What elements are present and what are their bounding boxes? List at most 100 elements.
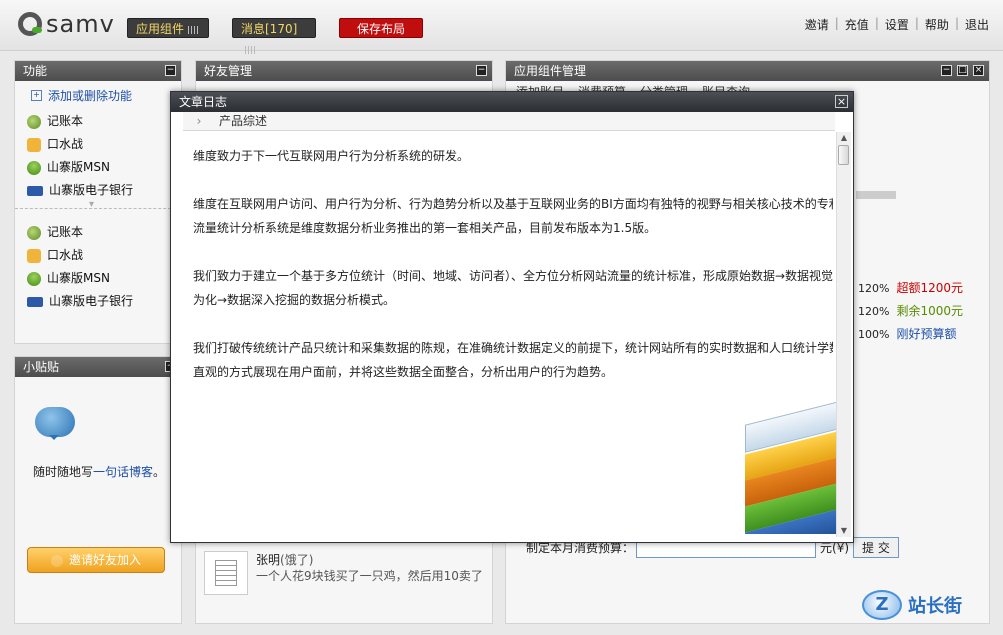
function-item-debate[interactable]: 口水战 xyxy=(15,133,181,156)
row-percent: 120% xyxy=(858,305,890,318)
budget-rows: 120% 超额1200元 120% 剩余1000元 100% 刚好预算额 xyxy=(858,277,963,346)
tab-product-overview[interactable]: › 产品综述 xyxy=(183,112,835,131)
scroll-thumb[interactable] xyxy=(838,145,849,165)
top-links: 邀请 | 充值 | 设置 | 帮助 | 退出 xyxy=(805,16,989,33)
ledger-icon xyxy=(27,225,41,240)
tips-text-prefix: 随时随地写 xyxy=(33,465,94,479)
budget-row: 100% 刚好预算额 xyxy=(858,323,963,346)
row-percent: 120% xyxy=(858,282,890,295)
tab-label: 产品综述 xyxy=(219,114,268,128)
watermark: Z 站长街 xyxy=(862,590,962,620)
add-remove-functions-link[interactable]: + 添加或删除功能 xyxy=(15,81,181,104)
post-status: (饿了) xyxy=(280,553,314,567)
function-item-ebank[interactable]: 山寨版电子银行 xyxy=(15,179,181,202)
notepad-icon xyxy=(215,560,237,586)
paragraph-line: 维度在互联网用户访问、用户行为分析、行为趋势分析以及基于互联网业务的BI方面均有… xyxy=(193,197,833,211)
functions-panel-title: 功能 xyxy=(23,64,48,78)
logo-mark-icon xyxy=(18,12,42,36)
tips-text: 随时随地写一句话博客。 xyxy=(33,463,165,480)
row-percent: 100% xyxy=(858,328,890,341)
settings-link[interactable]: 设置 xyxy=(885,16,909,33)
chevron-right-icon: › xyxy=(196,114,202,128)
speech-bubble-icon xyxy=(35,407,75,440)
recharge-link[interactable]: 充值 xyxy=(845,16,869,33)
tips-text-suffix: 。 xyxy=(153,465,166,479)
add-remove-label: 添加或删除功能 xyxy=(48,89,133,103)
paragraph-line: 流量统计分析系统是维度数据分析业务推出的第一套相关产品，目前发布版本为1.5版。 xyxy=(193,221,657,235)
close-icon[interactable]: × xyxy=(973,65,984,76)
post-name[interactable]: 张明 xyxy=(256,553,280,567)
section-divider[interactable] xyxy=(15,199,181,217)
minimize-icon[interactable]: − xyxy=(165,65,176,76)
minimize-icon[interactable]: − xyxy=(476,65,487,76)
function-label: 山寨版MSN xyxy=(47,160,110,174)
watermark-text: 站长街 xyxy=(908,596,962,617)
row-status: 超额1200元 xyxy=(896,281,963,295)
paragraph-line: 我们打破传统统计产品只统计和采集数据的陈规，在准确统计数据定义的前提下，统计网站… xyxy=(193,341,833,355)
function-item-msn[interactable]: 山寨版MSN xyxy=(15,267,181,290)
function-label: 山寨版MSN xyxy=(47,271,110,285)
function-label: 口水战 xyxy=(47,248,84,262)
minimize-icon[interactable]: − xyxy=(941,65,952,76)
scroll-up-icon[interactable]: ▲ xyxy=(837,132,851,144)
messages-label: 消息[170] xyxy=(241,22,298,36)
row-status: 刚好预算额 xyxy=(896,327,957,341)
functions-panel-header: 功能 − xyxy=(15,61,181,81)
functions-panel: 功能 − + 添加或删除功能 记账本 口水战 山寨版MSN 山寨版电子银行 记账… xyxy=(14,60,182,344)
invite-friends-button[interactable]: 邀请好友加入 xyxy=(27,547,165,573)
paragraph: 维度在互联网用户访问、用户行为分析、行为趋势分析以及基于互联网业务的BI方面均有… xyxy=(193,192,833,240)
invite-friends-label: 邀请好友加入 xyxy=(68,553,141,567)
maximize-icon[interactable]: □ xyxy=(957,65,968,76)
paragraph-line: 维度致力于下一代互联网用户行为分析系统的研发。 xyxy=(193,149,470,163)
paragraph: 我们打破传统统计产品只统计和采集数据的陈规，在准确统计数据定义的前提下，统计网站… xyxy=(193,336,833,384)
function-item-msn[interactable]: 山寨版MSN xyxy=(15,156,181,179)
row-status: 剩余1000元 xyxy=(896,304,963,318)
watermark-logo-icon: Z xyxy=(862,590,902,620)
function-item-ledger[interactable]: 记账本 xyxy=(15,221,181,244)
save-layout-button[interactable]: 保存布局 xyxy=(339,18,423,38)
visa-card-icon xyxy=(27,185,43,196)
logo: samv xyxy=(18,8,115,40)
chat-icon xyxy=(27,248,41,263)
function-item-ledger[interactable]: 记账本 xyxy=(15,110,181,133)
scroll-down-icon[interactable]: ▼ xyxy=(837,525,851,537)
tips-panel-header: 小贴贴 − xyxy=(15,357,181,377)
separator: | xyxy=(914,16,919,30)
post-text: 一个人花9块钱买了一只鸡，然后用10卖了 xyxy=(256,569,483,583)
post-author: 张明(饿了) xyxy=(256,551,313,568)
article-log-dialog: 文章日志 × › 产品综述 维度致力于下一代互联网用户行为分析系统的研发。 维度在… xyxy=(170,91,854,543)
function-label: 记账本 xyxy=(47,114,84,128)
dialog-scrollbar[interactable]: ▲ ▼ xyxy=(836,132,851,537)
friends-panel-header: 好友管理 − xyxy=(196,61,492,81)
msn-icon xyxy=(27,160,41,175)
plus-icon: + xyxy=(31,90,42,101)
app-widget-button[interactable]: 应用组件 xyxy=(127,18,209,38)
function-label: 山寨版电子银行 xyxy=(49,294,134,308)
top-bar: samv 应用组件 消息[170] 保存布局 邀请 | 充值 | 设置 | 帮助 | 退… xyxy=(0,0,1003,54)
function-item-debate[interactable]: 口水战 xyxy=(15,244,181,267)
dropdown-grip-icon xyxy=(188,25,201,34)
tips-panel: 小贴贴 − 随时随地写一句话博客。 邀请好友加入 xyxy=(14,356,182,624)
paragraph-line: 我们致力于建立一个基于多方位统计（时间、地域、访问者）、全方位分析网站流量的统计… xyxy=(193,269,833,283)
msn-icon xyxy=(27,271,41,286)
function-label: 口水战 xyxy=(47,137,84,151)
microblog-link[interactable]: 一句话博客 xyxy=(93,465,153,479)
function-label: 记账本 xyxy=(47,225,84,239)
ledger-icon xyxy=(27,114,41,129)
function-item-ebank[interactable]: 山寨版电子银行 xyxy=(15,290,181,313)
messages-button[interactable]: 消息[170] xyxy=(232,18,316,54)
dialog-header: 文章日志 × xyxy=(171,92,853,112)
paragraph: 我们致力于建立一个基于多方位统计（时间、地域、访问者）、全方位分析网站流量的统计… xyxy=(193,264,833,312)
friends-panel-title: 好友管理 xyxy=(204,64,253,78)
dropdown-grip-icon xyxy=(245,45,257,54)
close-icon[interactable]: × xyxy=(835,95,848,108)
invite-link[interactable]: 邀请 xyxy=(805,16,829,33)
help-link[interactable]: 帮助 xyxy=(925,16,949,33)
paragraph-line: 为化→数据深入挖掘的数据分析模式。 xyxy=(193,293,396,307)
paragraph-line: 直观的方式展现在用户面前，并将这些数据全面整合，分析出用户的行为趋势。 xyxy=(193,365,614,379)
logout-link[interactable]: 退出 xyxy=(965,16,989,33)
paragraph: 维度致力于下一代互联网用户行为分析系统的研发。 xyxy=(193,144,833,168)
chat-icon xyxy=(27,137,41,152)
submit-budget-button[interactable]: 提 交 xyxy=(853,537,899,558)
separator: | xyxy=(834,16,839,30)
